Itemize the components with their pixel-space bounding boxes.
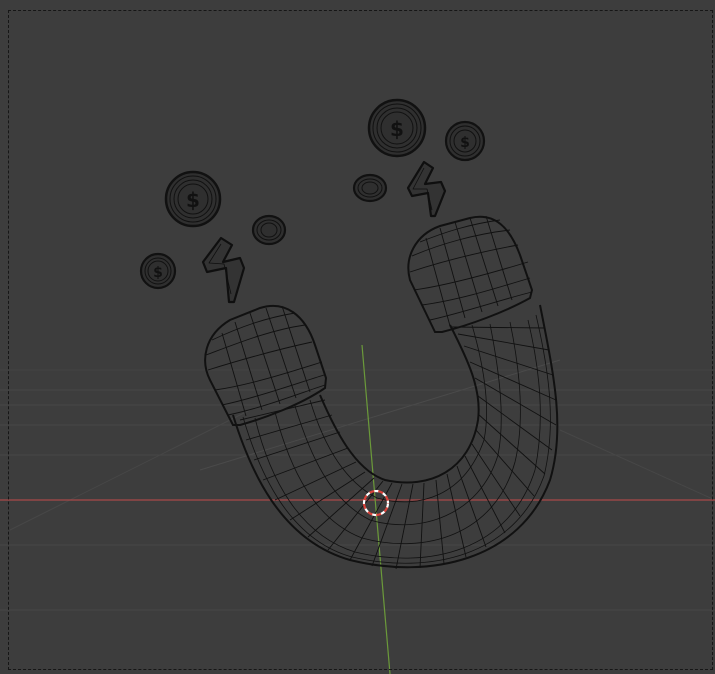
coin-tilted-left[interactable]	[251, 214, 287, 246]
coin-tilted-right[interactable]	[352, 173, 388, 203]
coin-large-left[interactable]: $	[164, 170, 222, 228]
3d-viewport[interactable]: $ $ $ $	[0, 0, 715, 674]
magnet-object[interactable]	[204, 215, 559, 570]
coin-small-right[interactable]: $	[444, 120, 486, 162]
viewport-canvas[interactable]: $ $ $ $	[0, 0, 715, 674]
dollar-sign-icon: $	[460, 135, 470, 151]
dollar-sign-icon: $	[186, 188, 200, 212]
coin-large-right[interactable]: $	[367, 98, 427, 158]
dollar-sign-icon: $	[390, 117, 404, 141]
coin-small-left[interactable]: $	[139, 252, 177, 290]
lightning-bolt-left[interactable]	[201, 236, 246, 304]
dollar-sign-icon: $	[153, 265, 163, 281]
lightning-bolt-right[interactable]	[406, 160, 447, 218]
